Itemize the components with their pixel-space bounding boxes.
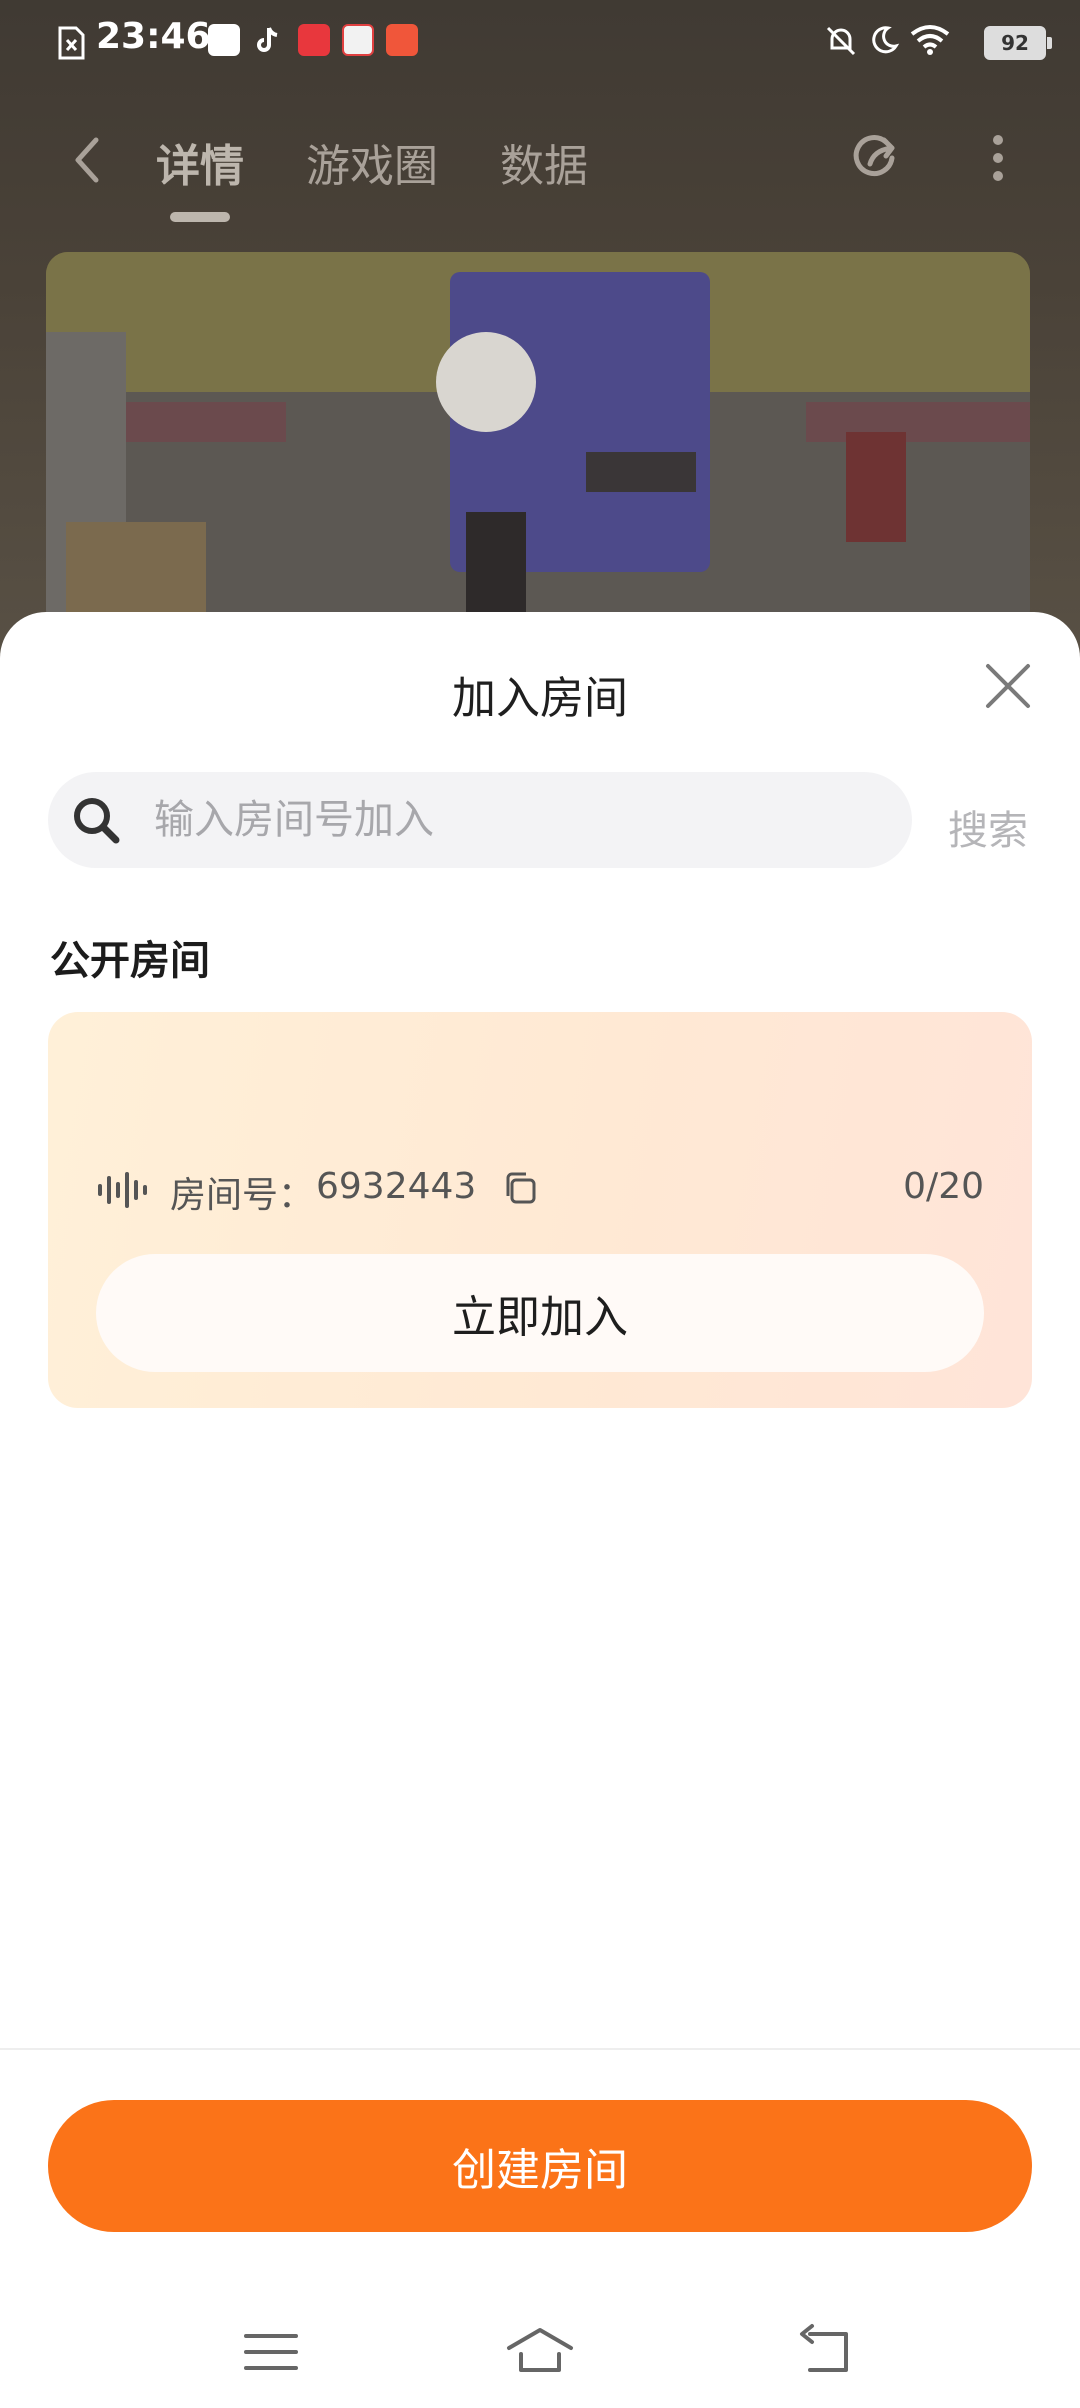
room-number-input[interactable]	[154, 772, 874, 868]
sim-icon	[58, 26, 85, 60]
return-icon[interactable]	[790, 2322, 860, 2382]
tab-game-circle[interactable]: 游戏圈	[306, 130, 438, 194]
search-box	[48, 772, 912, 868]
mute-icon	[826, 26, 856, 56]
status-bar: 23:46 92	[0, 0, 1080, 84]
back-icon[interactable]	[66, 130, 106, 190]
tab-details[interactable]: 详情	[156, 130, 244, 194]
sheet-title: 加入房间	[452, 673, 628, 724]
game-banner-image	[46, 252, 1030, 632]
public-rooms-heading: 公开房间	[50, 938, 210, 984]
home-icon[interactable]	[505, 2322, 575, 2382]
moon-icon	[872, 26, 900, 54]
footer-divider	[0, 2048, 1080, 2050]
top-nav: 详情 游戏圈 数据	[0, 110, 1080, 222]
more-icon[interactable]	[978, 128, 1018, 188]
system-nav-bar	[0, 2298, 1080, 2408]
battery-indicator: 92	[984, 26, 1052, 60]
room-player-count: 0/20	[903, 1166, 984, 1207]
wifi-icon	[910, 25, 950, 55]
status-time: 23:46	[96, 16, 211, 57]
close-icon[interactable]	[978, 656, 1038, 716]
banner-scene	[46, 252, 1030, 632]
app-red-icon	[386, 24, 418, 56]
search-button[interactable]: 搜索	[948, 798, 1028, 856]
join-room-sheet: 加入房间 搜索 公开房间 房间号： 6932443 0/20 立即加入 创建房间	[0, 612, 1080, 2408]
app-100-icon	[342, 24, 374, 56]
search-icon	[74, 798, 120, 844]
join-now-button[interactable]: 立即加入	[96, 1254, 984, 1372]
menu-icon[interactable]	[236, 2322, 306, 2382]
room-number-label: 房间号：	[170, 1175, 315, 1216]
tab-indicator	[170, 212, 230, 222]
sound-wave-icon	[98, 1172, 147, 1208]
mail-icon	[208, 24, 240, 56]
room-number-value: 6932443	[316, 1166, 477, 1207]
tiktok-icon	[257, 27, 278, 52]
room-card: 房间号： 6932443 0/20 立即加入	[48, 1012, 1032, 1408]
tab-data[interactable]: 数据	[500, 130, 588, 194]
toutiao-icon	[298, 24, 330, 56]
create-room-button[interactable]: 创建房间	[48, 2100, 1032, 2232]
copy-icon[interactable]	[500, 1168, 540, 1208]
background-page: 23:46 92 详情 游戏圈 数据	[0, 0, 1080, 700]
share-icon[interactable]	[846, 128, 906, 188]
